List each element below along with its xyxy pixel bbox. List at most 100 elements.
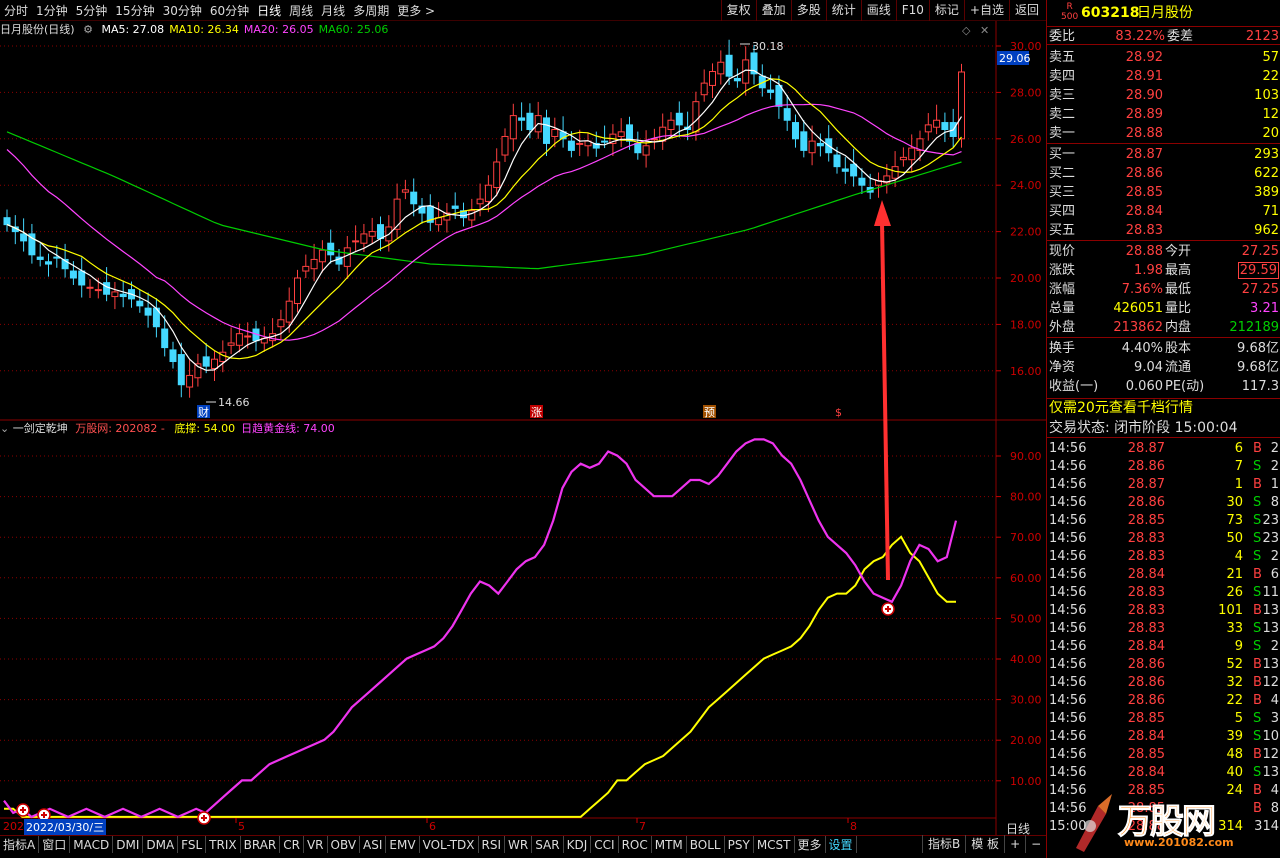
- tick-price: 28.84: [1127, 567, 1165, 582]
- tick-time: 14:56: [1049, 765, 1087, 780]
- tick-count: 2: [1270, 639, 1279, 654]
- candle-body: [318, 249, 326, 263]
- chevron-down-icon[interactable]: ⌄: [0, 422, 9, 435]
- candle-body: [401, 189, 409, 193]
- finance-value: 4.40%: [1121, 341, 1163, 356]
- stock-header: R 500 603218 日月股份: [1047, 2, 1280, 24]
- indicator-tab-2[interactable]: MACD: [70, 836, 114, 853]
- indicator-tab-11[interactable]: ASI: [360, 836, 387, 853]
- candle-body: [816, 142, 824, 147]
- finance-row: 收益(一) 0.060 PE(动) 117.3: [1047, 377, 1280, 396]
- candle-body: [45, 261, 52, 265]
- tick-volume: 22: [1226, 693, 1243, 708]
- promo-link[interactable]: 仅需20元查看千档行情: [1047, 398, 1280, 417]
- indicator-tab-20[interactable]: MTM: [652, 836, 687, 853]
- indicator-tab-19[interactable]: ROC: [619, 836, 652, 853]
- tick-count: 1: [1270, 477, 1279, 492]
- indicator-tab-4[interactable]: DMA: [143, 836, 179, 853]
- quote-label: 现价: [1049, 244, 1076, 259]
- support-line: [4, 535, 956, 818]
- tick-volume: 32: [1226, 675, 1243, 690]
- candle-body: [352, 240, 360, 243]
- indicator-tab-6[interactable]: TRIX: [206, 836, 241, 853]
- tick-side: S: [1253, 585, 1262, 600]
- indicator-tab-22[interactable]: PSY: [725, 836, 754, 853]
- tick-time: 14:56: [1049, 747, 1087, 762]
- indicator-tab-10[interactable]: OBV: [328, 836, 361, 853]
- indicator-tab-14[interactable]: RSI: [479, 836, 506, 853]
- buy-label: 买一: [1049, 147, 1076, 162]
- indicator-tab-24[interactable]: 更多: [795, 836, 826, 853]
- tick-volume: 7: [1234, 459, 1243, 474]
- tick-price: 28.86: [1127, 693, 1165, 708]
- candle-body: [617, 131, 625, 137]
- template-button-3[interactable]: −: [1025, 835, 1046, 853]
- tick-price: 28.86: [1127, 495, 1165, 510]
- candle-body: [634, 142, 642, 154]
- quote-value: 27.25: [1241, 282, 1279, 297]
- y-tick-label-indicator: 30.00: [1010, 694, 1042, 707]
- template-button-0[interactable]: 指标B: [922, 835, 965, 853]
- candle-body: [551, 129, 559, 137]
- chart-canvas[interactable]: 30.00 28.00 26.00 24.00 22.00 20.00 18.00 16.00…: [0, 0, 1046, 835]
- tick-price: 28.83: [1127, 531, 1165, 546]
- indicator-tab-15[interactable]: WR: [505, 836, 533, 853]
- candle-body: [277, 319, 285, 328]
- sell-volume: 20: [1262, 126, 1279, 141]
- candle-body: [858, 177, 866, 186]
- indicator-tab-9[interactable]: VR: [304, 836, 328, 853]
- indicator-tab-0[interactable]: 指标A: [0, 836, 40, 853]
- tick-count: 12: [1262, 675, 1279, 690]
- candle-body: [899, 156, 907, 161]
- candle-body: [692, 101, 700, 133]
- tick-time: 14:56: [1049, 495, 1087, 510]
- y-tick-label-main: 18.00: [1010, 318, 1042, 331]
- buy-label: 买四: [1049, 204, 1076, 219]
- tick-side: B: [1253, 567, 1262, 582]
- indicator-tab-12[interactable]: EMV: [386, 836, 420, 853]
- annotation-arrow-shaft: [880, 221, 890, 581]
- indicator-tab-23[interactable]: MCST: [754, 836, 795, 853]
- candle-body: [567, 140, 575, 151]
- indicator-tab-13[interactable]: VOL-TDX: [420, 836, 479, 853]
- sell-volume: 103: [1254, 88, 1279, 103]
- tick-price: 28.85: [1127, 747, 1165, 762]
- tick-side: S: [1253, 639, 1262, 654]
- tick-count: 23: [1262, 513, 1279, 528]
- tick-side: S: [1253, 621, 1262, 636]
- indicator-tab-5[interactable]: FSL: [178, 836, 207, 853]
- candle-body: [783, 108, 791, 121]
- indicator-tab-25[interactable]: 设置: [826, 836, 857, 853]
- indicator-tab-7[interactable]: BRAR: [241, 836, 281, 853]
- quote-value: 1.98: [1134, 263, 1163, 278]
- candle-body: [86, 286, 94, 289]
- indicator-tab-8[interactable]: CR: [280, 836, 304, 853]
- tick-volume: 39: [1226, 729, 1243, 744]
- tick-count: 13: [1262, 603, 1279, 618]
- tick-count: 13: [1262, 657, 1279, 672]
- tick-price: 28.86: [1127, 657, 1165, 672]
- tick-side: S: [1253, 495, 1262, 510]
- candle-body: [111, 291, 119, 298]
- tick-volume: 5: [1234, 711, 1243, 726]
- x-axis-prefix: 202: [3, 820, 24, 833]
- indicator-tab-17[interactable]: KDJ: [564, 836, 592, 853]
- y-tick-label-indicator: 80.00: [1010, 491, 1042, 504]
- tick-time: 14:56: [1049, 513, 1087, 528]
- candle-body: [285, 300, 293, 323]
- quote-value: 29.59: [1237, 262, 1279, 279]
- tick-volume: 26: [1226, 585, 1243, 600]
- indicator-tab-1[interactable]: 窗口: [39, 836, 71, 853]
- template-button-1[interactable]: 模 板: [965, 835, 1004, 853]
- indicator-tab-3[interactable]: DMI: [113, 836, 144, 853]
- indicator-tab-16[interactable]: SAR: [532, 836, 564, 853]
- tick-volume: 40: [1226, 765, 1243, 780]
- indicator-tab-21[interactable]: BOLL: [687, 836, 725, 853]
- indicator-tab-18[interactable]: CCI: [591, 836, 619, 853]
- candle-body: [700, 82, 708, 96]
- quote-row: 总量 426051 量比 3.21: [1047, 299, 1280, 318]
- template-button-2[interactable]: +: [1004, 835, 1025, 853]
- tick-row: 14:56 28.86 32 B 12: [1047, 674, 1280, 692]
- tick-row: 14:56 28.83 26 S 11: [1047, 584, 1280, 602]
- candle-body: [800, 131, 808, 151]
